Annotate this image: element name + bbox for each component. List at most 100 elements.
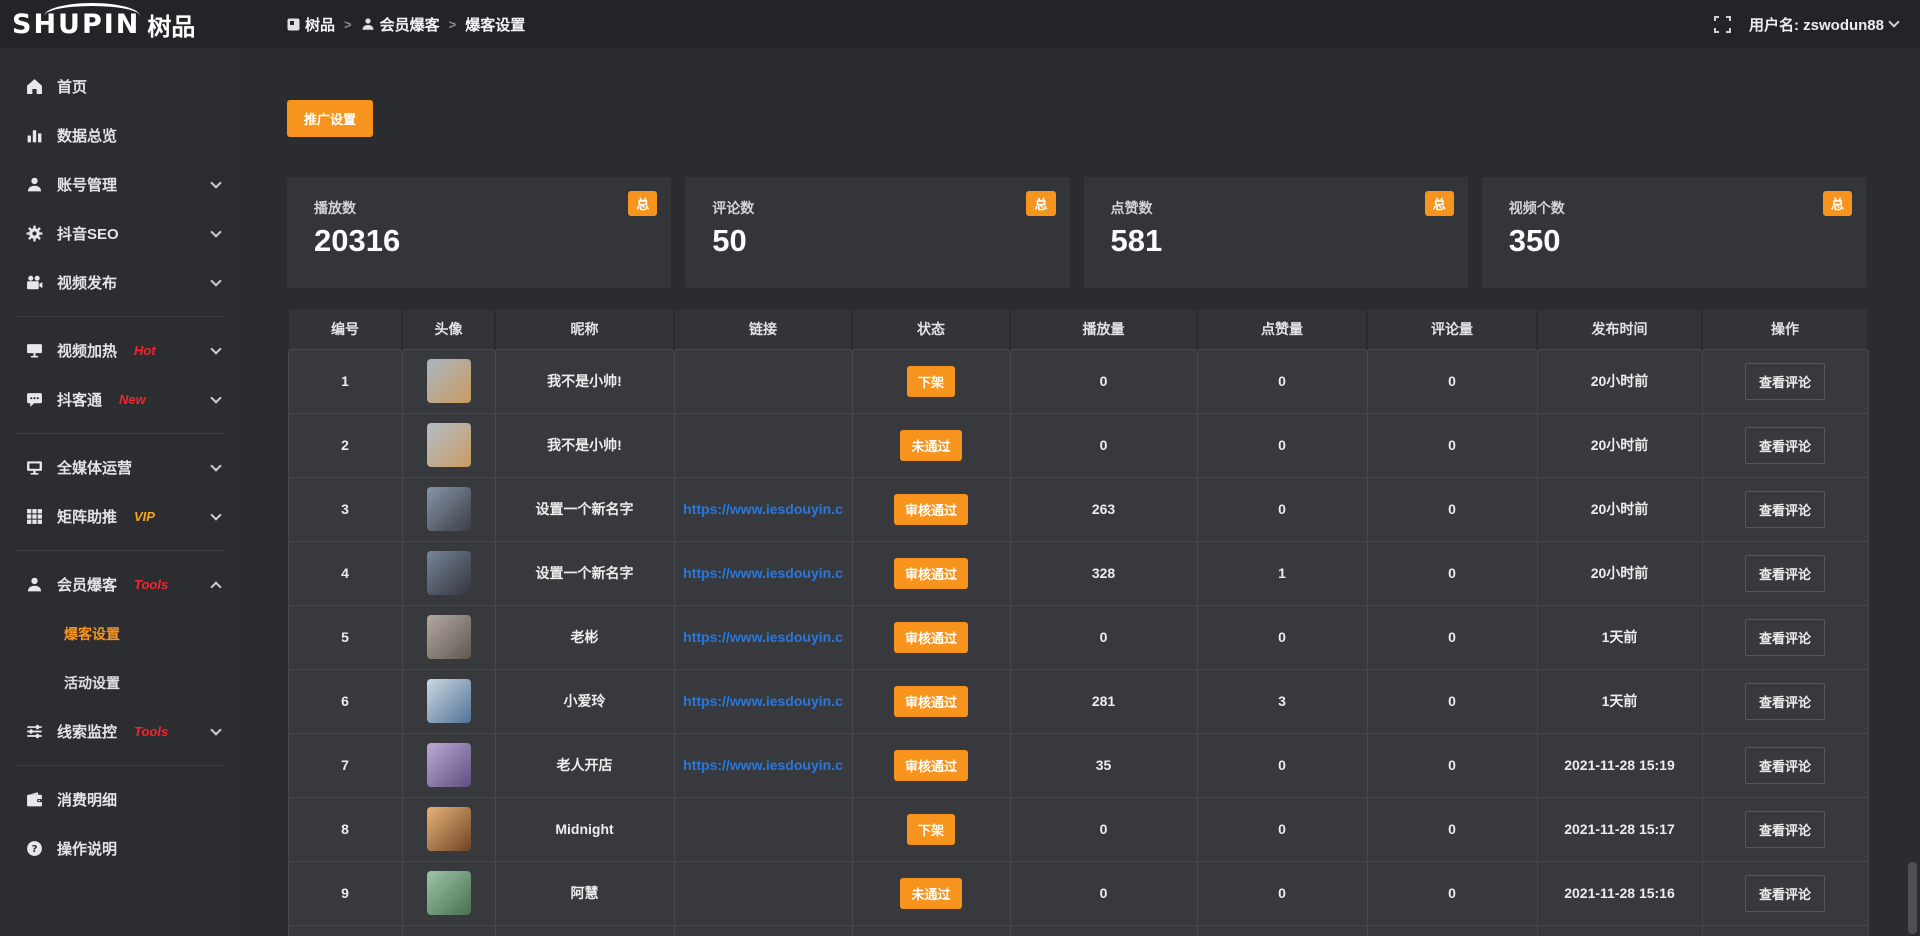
chevron-down-icon: [1888, 16, 1899, 27]
view-comments-button[interactable]: 查看评论: [1745, 363, 1825, 400]
view-comments-button[interactable]: 查看评论: [1745, 555, 1825, 592]
stat-card-comments: 评论数 50 总: [685, 177, 1069, 288]
view-comments-button[interactable]: 查看评论: [1745, 491, 1825, 528]
avatar: [427, 551, 471, 595]
nickname-cell: 老人开店: [495, 733, 674, 797]
sidebar-item-douyin-seo[interactable]: 抖音SEO: [0, 209, 240, 258]
col-header-publish-time: 发布时间: [1537, 309, 1702, 349]
link-cell: https://www.iesdouyin.c: [674, 669, 852, 733]
topbar: SHUPIN 树品 树品 > 会员爆客 > 爆客设置 用户名: zswodun8…: [0, 0, 1920, 48]
sidebar-divider: [14, 765, 226, 766]
table-row: 8 Midnight 下架 0 0 0 2021-11-28 15:17 查看评…: [288, 797, 1868, 861]
col-header-plays: 播放量: [1010, 309, 1197, 349]
video-camera-icon: [25, 274, 43, 292]
table-row: 9 阿慧 未通过 0 0 0 2021-11-28 15:16 查看评论: [288, 861, 1868, 925]
view-comments-button[interactable]: 查看评论: [1745, 683, 1825, 720]
chevron-down-icon: [210, 275, 221, 286]
dashboard-icon: [287, 18, 300, 31]
view-comments-button[interactable]: 查看评论: [1745, 747, 1825, 784]
nickname-cell: 我不是小帅!: [495, 349, 674, 413]
gear-icon: [25, 225, 43, 243]
user-icon: [25, 576, 43, 594]
sidebar-item-home[interactable]: 首页: [0, 62, 240, 111]
view-comments-button[interactable]: 查看评论: [1745, 427, 1825, 464]
sidebar-item-clue-monitor[interactable]: 线索监控 Tools: [0, 707, 240, 756]
tools-tag: Tools: [134, 577, 168, 592]
user-menu[interactable]: 用户名: zswodun88: [1749, 14, 1898, 35]
status-badge: 审核通过: [894, 558, 968, 589]
status-badge: 下架: [907, 366, 955, 397]
sidebar-item-video-heat[interactable]: 视频加热 Hot: [0, 326, 240, 375]
scrollbar-thumb[interactable]: [1908, 862, 1917, 934]
sidebar-item-data-overview[interactable]: 数据总览: [0, 111, 240, 160]
table-row: 5 老彬 https://www.iesdouyin.c 审核通过 0 0 0 …: [288, 605, 1868, 669]
table-row: 1 我不是小帅! 下架 0 0 0 20小时前 查看评论: [288, 349, 1868, 413]
sidebar-item-video-publish[interactable]: 视频发布: [0, 258, 240, 307]
col-header-comments: 评论量: [1367, 309, 1537, 349]
total-badge: 总: [1026, 191, 1055, 216]
sidebar-item-consumption-detail[interactable]: 消费明细: [0, 775, 240, 824]
avatar: [427, 487, 471, 531]
sidebar-item-all-media[interactable]: 全媒体运营: [0, 443, 240, 492]
stat-label: 播放数: [314, 198, 671, 218]
sidebar-subitem-baoke-settings[interactable]: 爆客设置: [0, 609, 240, 658]
chevron-down-icon: [210, 509, 221, 520]
link-cell: https://www.iesdouyin.c: [674, 605, 852, 669]
fullscreen-icon[interactable]: [1714, 16, 1731, 33]
chevron-down-icon: [210, 392, 221, 403]
avatar: [427, 615, 471, 659]
status-badge: 未通过: [900, 878, 961, 909]
col-header-actions: 操作: [1702, 309, 1868, 349]
stat-card-plays: 播放数 20316 总: [287, 177, 671, 288]
nickname-cell: 我不是小帅!: [495, 413, 674, 477]
nickname-cell: 小爱玲: [495, 669, 674, 733]
avatar: [427, 679, 471, 723]
chevron-down-icon: [210, 343, 221, 354]
sidebar-item-instructions[interactable]: ? 操作说明: [0, 824, 240, 873]
username-text: 用户名: zswodun88: [1749, 14, 1884, 35]
view-comments-button[interactable]: 查看评论: [1745, 875, 1825, 912]
link-cell: [674, 797, 852, 861]
table-header-row: 编号 头像 昵称 链接 状态 播放量 点赞量 评论量 发布时间 操作: [288, 309, 1868, 349]
stat-card-likes: 点赞数 581 总: [1084, 177, 1468, 288]
stats-row: 播放数 20316 总 评论数 50 总 点赞数 581 总 视频个数 350 …: [287, 177, 1866, 288]
link-cell: [674, 861, 852, 925]
table-row: 3 设置一个新名字 https://www.iesdouyin.c 审核通过 2…: [288, 477, 1868, 541]
wallet-icon: [25, 791, 43, 809]
link-cell: [674, 349, 852, 413]
view-comments-button[interactable]: 查看评论: [1745, 619, 1825, 656]
stat-value: 350: [1509, 223, 1866, 259]
sidebar-item-member-baoke[interactable]: 会员爆客 Tools: [0, 560, 240, 609]
tools-tag: Tools: [134, 724, 168, 739]
stat-card-videos: 视频个数 350 总: [1482, 177, 1866, 288]
sidebar-item-matrix-boost[interactable]: 矩阵助推 VIP: [0, 492, 240, 541]
video-table: 编号 头像 昵称 链接 状态 播放量 点赞量 评论量 发布时间 操作 1 我不是…: [287, 308, 1866, 936]
sidebar-subitem-activity-settings[interactable]: 活动设置: [0, 658, 240, 707]
col-header-status: 状态: [852, 309, 1010, 349]
table-row: 6 小爱玲 https://www.iesdouyin.c 审核通过 281 3…: [288, 669, 1868, 733]
breadcrumb-item-home[interactable]: 树品: [287, 14, 335, 35]
promotion-settings-button[interactable]: 推广设置: [287, 100, 373, 137]
monitor-icon: [25, 459, 43, 477]
avatar: [427, 423, 471, 467]
stat-value: 581: [1111, 223, 1468, 259]
sliders-icon: [25, 723, 43, 741]
nickname-cell: 阿慧: [495, 861, 674, 925]
sidebar-item-douketong[interactable]: 抖客通 New: [0, 375, 240, 424]
stat-label: 视频个数: [1509, 198, 1866, 218]
chevron-down-icon: [210, 226, 221, 237]
nickname-cell: 设置一个新名字: [495, 477, 674, 541]
col-header-likes: 点赞量: [1197, 309, 1367, 349]
logo-text-cn: 树品: [147, 7, 195, 42]
avatar: [427, 359, 471, 403]
vip-tag: VIP: [134, 509, 155, 524]
view-comments-button[interactable]: 查看评论: [1745, 811, 1825, 848]
new-tag: New: [119, 392, 146, 407]
breadcrumb-item-member[interactable]: 会员爆客: [361, 14, 440, 35]
status-badge: 审核通过: [894, 494, 968, 525]
grid-icon: [25, 508, 43, 526]
breadcrumb: 树品 > 会员爆客 > 爆客设置: [287, 14, 525, 35]
total-badge: 总: [628, 191, 657, 216]
sidebar-divider: [14, 550, 226, 551]
sidebar-item-account-management[interactable]: 账号管理: [0, 160, 240, 209]
